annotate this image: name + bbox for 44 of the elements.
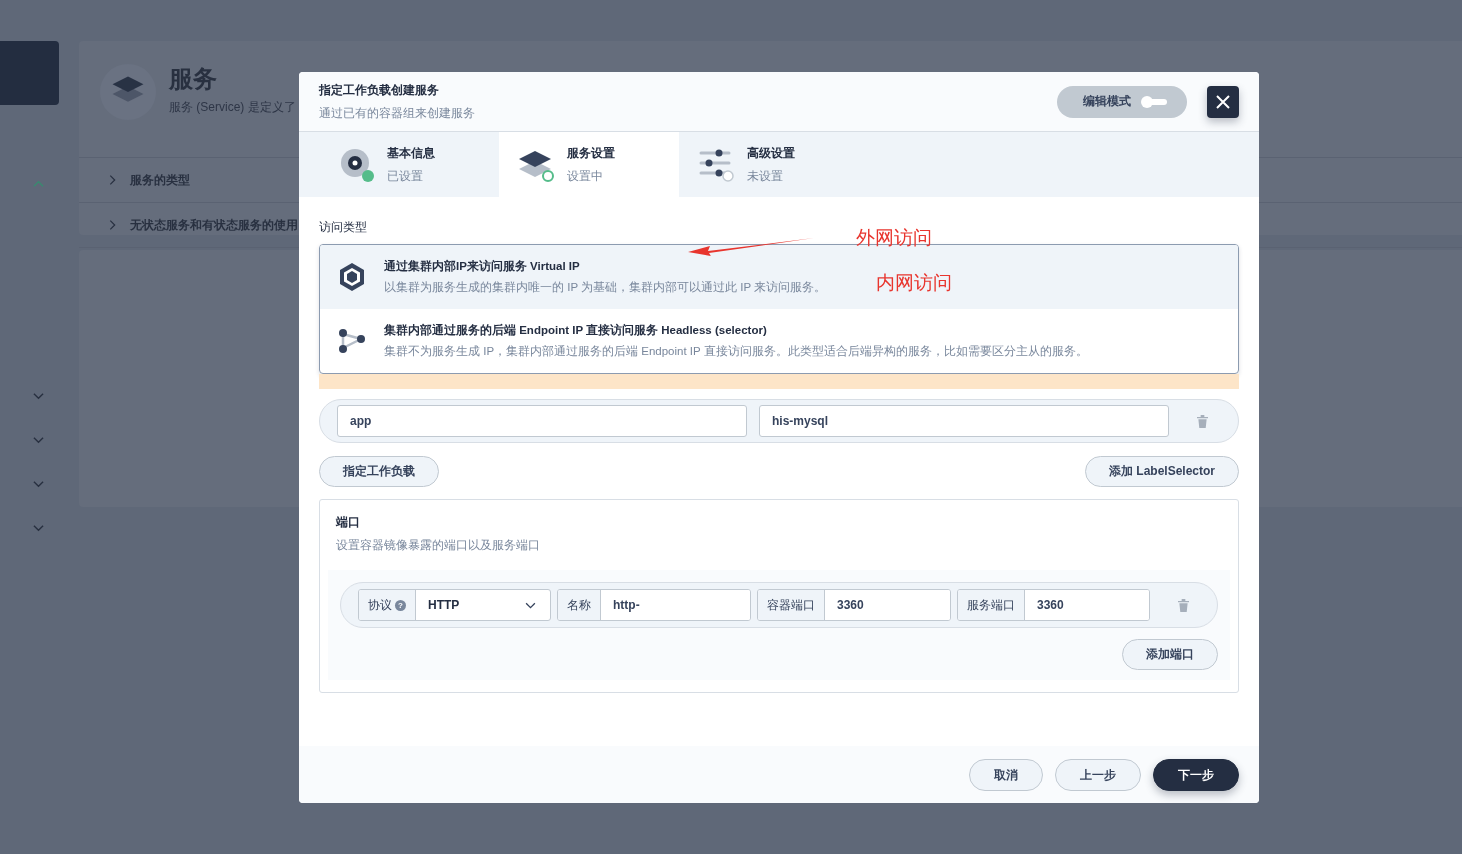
page-title: 服务	[169, 64, 218, 94]
step-tab[interactable]: 高级设置 未设置	[679, 132, 859, 197]
step-icon	[339, 146, 375, 183]
delete-icon[interactable]	[1197, 414, 1208, 428]
add-port-button[interactable]: 添加端口	[1122, 639, 1218, 670]
access-type-option[interactable]: 集群内部通过服务的后端 Endpoint IP 直接访问服务 Headless (selector) 集群不为服务生成 IP，集群内部通过服务的后端 Endpoint IP 直接访问服务。此类型适合后端异构的服务，比如需要区分主从的服务。	[320, 309, 1238, 373]
chevron-icon[interactable]	[32, 524, 44, 532]
step-status: 未设置	[747, 167, 784, 185]
chevron-icon[interactable]	[109, 219, 116, 231]
sidebar-logo-block	[0, 41, 59, 105]
footer-button[interactable]: 取消	[969, 759, 1043, 791]
option-description: 集群不为服务生成 IP，集群内部通过服务的后端 Endpoint IP 直接访问服务。此类型适合后端异构的服务，比如需要区分主从的服务。	[384, 344, 1088, 359]
option-title: 通过集群内部IP来访问服务 Virtual IP	[384, 259, 581, 274]
chevron-icon[interactable]	[32, 480, 44, 488]
assign-workload-button[interactable]: 指定工作负载	[319, 456, 439, 487]
close-button[interactable]	[1207, 85, 1239, 118]
label-key-input[interactable]: app	[337, 405, 747, 437]
ports-title: 端口	[335, 514, 361, 531]
footer-button[interactable]: 上一步	[1055, 759, 1141, 791]
field-label: 访问类型	[319, 219, 368, 236]
label-value-input[interactable]: his-mysql	[759, 405, 1169, 437]
step-status: 设置中	[567, 167, 604, 185]
annotation-text: 内网访问	[876, 271, 952, 295]
dialog-title: 指定工作负载创建服务	[319, 81, 440, 99]
chevron-icon[interactable]	[109, 174, 116, 186]
option-title: 集群内部通过服务的后端 Endpoint IP 直接访问服务 Headless (selector)	[384, 323, 768, 338]
edit-mode-toggle[interactable]: 编辑模式	[1057, 85, 1187, 118]
step-tab[interactable]: 基本信息 已设置	[319, 132, 499, 197]
ports-description: 设置容器镜像暴露的端口以及服务端口	[335, 537, 541, 554]
step-status: 已设置	[387, 167, 424, 185]
chevron-icon[interactable]	[32, 392, 44, 400]
layers-icon	[99, 63, 157, 121]
option-description: 以集群为服务生成的集群内唯一的 IP 为基础，集群内部可以通过此 IP 来访问服务。	[384, 280, 827, 295]
step-title: 基本信息	[387, 144, 435, 162]
add-label-selector-button[interactable]: 添加 LabelSelector	[1084, 456, 1239, 487]
footer-button[interactable]: 下一步	[1153, 759, 1239, 791]
close-icon	[1216, 94, 1230, 109]
step-title: 服务设置	[567, 144, 615, 162]
chevron-icon[interactable]	[32, 180, 44, 188]
step-tab[interactable]: 服务设置 设置中	[499, 132, 679, 197]
dialog-subtitle: 通过已有的容器组来创建服务	[319, 104, 475, 122]
step-title: 高级设置	[747, 144, 795, 162]
chevron-icon[interactable]	[32, 436, 44, 444]
delete-icon[interactable]	[1178, 598, 1189, 612]
